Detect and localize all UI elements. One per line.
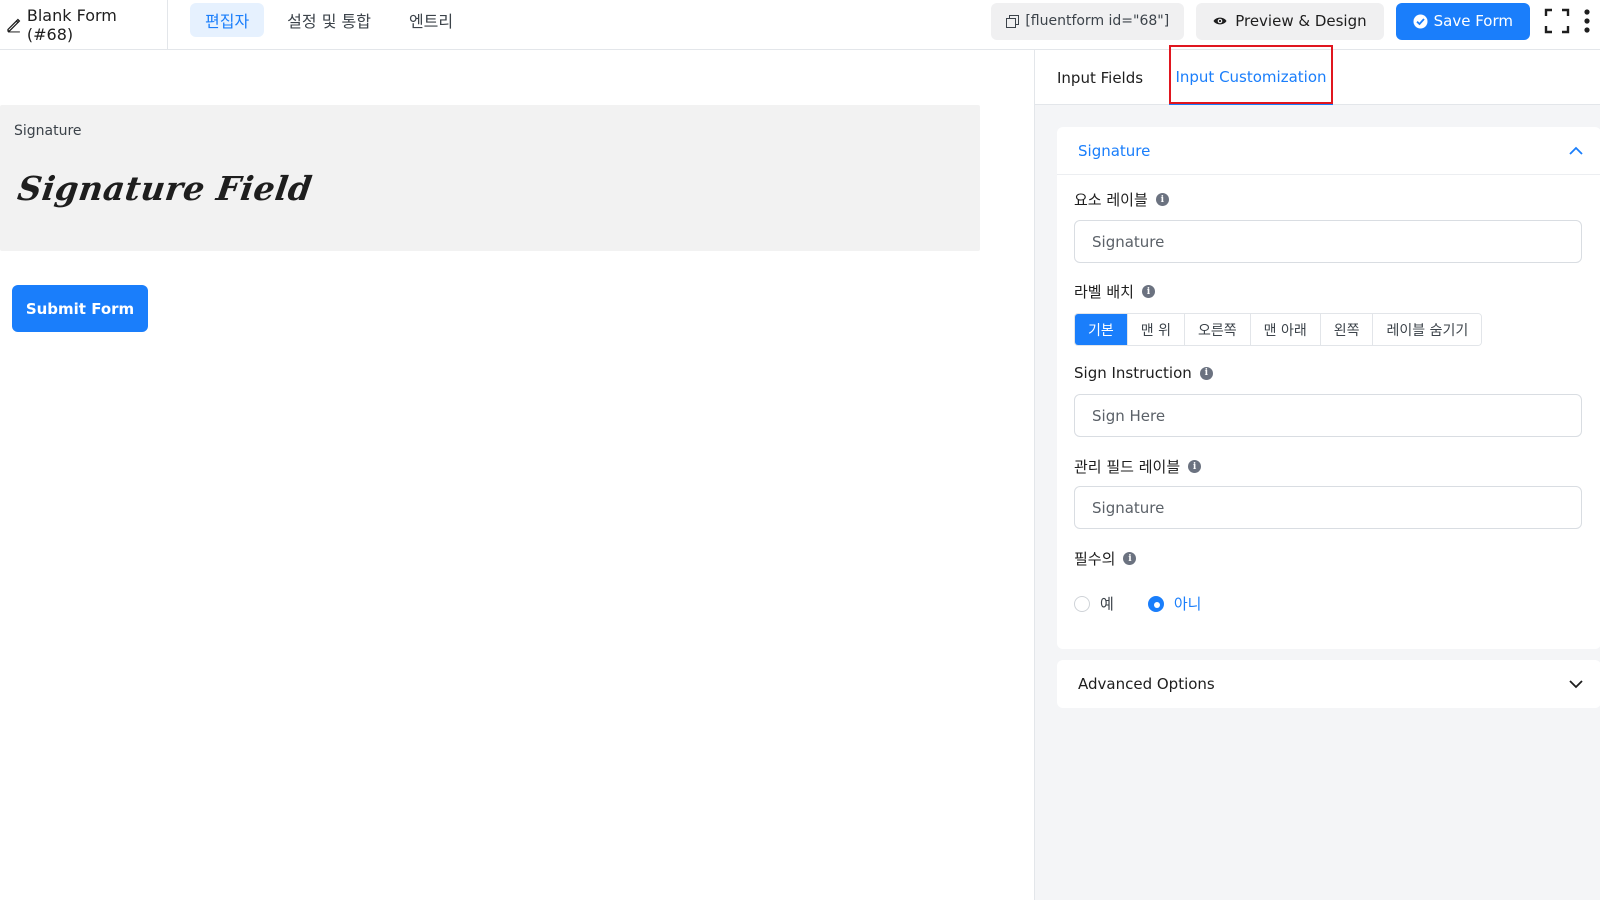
required-yes-label: 예: [1100, 595, 1114, 613]
required-radio-group: 예 아니: [1074, 593, 1235, 614]
shortcode-text: [fluentform id="68"]: [1025, 13, 1170, 29]
advanced-options-card[interactable]: Advanced Options: [1057, 660, 1600, 708]
label-placement-heading: 라벨 배치 i: [1074, 281, 1155, 302]
required-no-label: 아니: [1173, 595, 1202, 613]
label-placement-selector: 기본 맨 위 오른쪽 맨 아래 왼쪽 레이블 숨기기: [1074, 313, 1483, 346]
radio-circle-selected[interactable]: [1147, 595, 1164, 612]
settings-panel: Input Fields Input Customization Signatu…: [1034, 45, 1600, 900]
signature-field[interactable]: Signature Signature Field: [0, 105, 980, 251]
more-options-icon[interactable]: [1584, 8, 1590, 34]
chevron-down-icon[interactable]: [1569, 677, 1583, 691]
nav-settings-integrations[interactable]: 설정 및 통합: [272, 3, 386, 37]
element-label-text: 요소 레이블: [1074, 191, 1148, 209]
form-canvas: Signature Signature Field Submit Form: [0, 50, 1034, 900]
section-title: Signature: [1078, 141, 1151, 160]
info-icon[interactable]: i: [1155, 193, 1169, 206]
info-icon[interactable]: i: [1188, 460, 1202, 473]
signature-section-header[interactable]: Signature: [1057, 127, 1600, 175]
top-actions: [fluentform id="68"] Preview & Design Sa…: [991, 2, 1600, 40]
shortcode-button[interactable]: [fluentform id="68"]: [991, 2, 1185, 40]
required-yes-radio[interactable]: 예: [1074, 593, 1114, 614]
placement-option-top[interactable]: 맨 위: [1127, 314, 1185, 345]
save-form-button[interactable]: Save Form: [1395, 2, 1530, 40]
sign-instruction-text: Sign Instruction: [1074, 364, 1192, 382]
required-no-radio[interactable]: 아니: [1147, 593, 1202, 614]
label-placement-text: 라벨 배치: [1074, 283, 1134, 301]
preview-design-label: Preview & Design: [1235, 12, 1367, 30]
info-icon[interactable]: i: [1141, 285, 1155, 298]
info-icon[interactable]: i: [1199, 366, 1213, 380]
placement-option-left[interactable]: 왼쪽: [1320, 314, 1374, 345]
sign-instruction-input[interactable]: Sign Here: [1074, 394, 1582, 437]
element-label-heading: 요소 레이블 i: [1074, 189, 1169, 210]
placement-option-hide[interactable]: 레이블 숨기기: [1373, 314, 1482, 345]
admin-field-label-text: 관리 필드 레이블: [1074, 458, 1181, 476]
required-text: 필수의: [1074, 550, 1116, 568]
main-nav: 편집자 설정 및 통합 엔트리: [190, 3, 468, 37]
save-form-label: Save Form: [1433, 12, 1513, 30]
form-title-text: Blank Form (#68): [26, 5, 117, 44]
top-bar: Blank Form (#68) 편집자 설정 및 통합 엔트리 [fluent…: [0, 0, 1600, 50]
panel-tabs: Input Fields Input Customization: [1035, 45, 1600, 105]
required-heading: 필수의 i: [1074, 548, 1137, 569]
check-circle-icon: [1413, 14, 1428, 28]
nav-entries[interactable]: 엔트리: [394, 3, 468, 37]
element-label-input[interactable]: Signature: [1074, 220, 1582, 263]
copy-icon: [1006, 14, 1020, 28]
info-icon[interactable]: i: [1123, 552, 1137, 565]
sign-instruction-heading: Sign Instruction i: [1074, 364, 1213, 382]
tab-input-fields[interactable]: Input Fields: [1057, 50, 1143, 105]
nav-editor[interactable]: 편집자: [190, 3, 265, 37]
signature-placeholder: Signature Field: [15, 169, 315, 208]
signature-field-label: Signature: [14, 123, 82, 139]
chevron-up-icon[interactable]: [1569, 144, 1583, 158]
tab-input-customization[interactable]: Input Customization: [1169, 50, 1333, 105]
form-title: Blank Form (#68): [6, 0, 168, 49]
admin-field-label-input[interactable]: Signature: [1074, 486, 1582, 529]
placement-option-right[interactable]: 오른쪽: [1184, 314, 1251, 345]
preview-design-button[interactable]: Preview & Design: [1196, 2, 1384, 40]
placement-option-bottom[interactable]: 맨 아래: [1250, 314, 1321, 345]
signature-settings-card: Signature 요소 레이블 i Signature 라벨 배치 i 기본 …: [1057, 127, 1600, 649]
pencil-icon: [7, 18, 21, 32]
eye-icon: [1213, 17, 1227, 25]
radio-circle[interactable]: [1074, 595, 1090, 612]
fullscreen-icon[interactable]: [1544, 8, 1570, 34]
submit-form-button[interactable]: Submit Form: [12, 285, 148, 332]
admin-field-label-heading: 관리 필드 레이블 i: [1074, 456, 1202, 477]
placement-option-default[interactable]: 기본: [1075, 314, 1128, 345]
advanced-options-title: Advanced Options: [1078, 675, 1215, 693]
